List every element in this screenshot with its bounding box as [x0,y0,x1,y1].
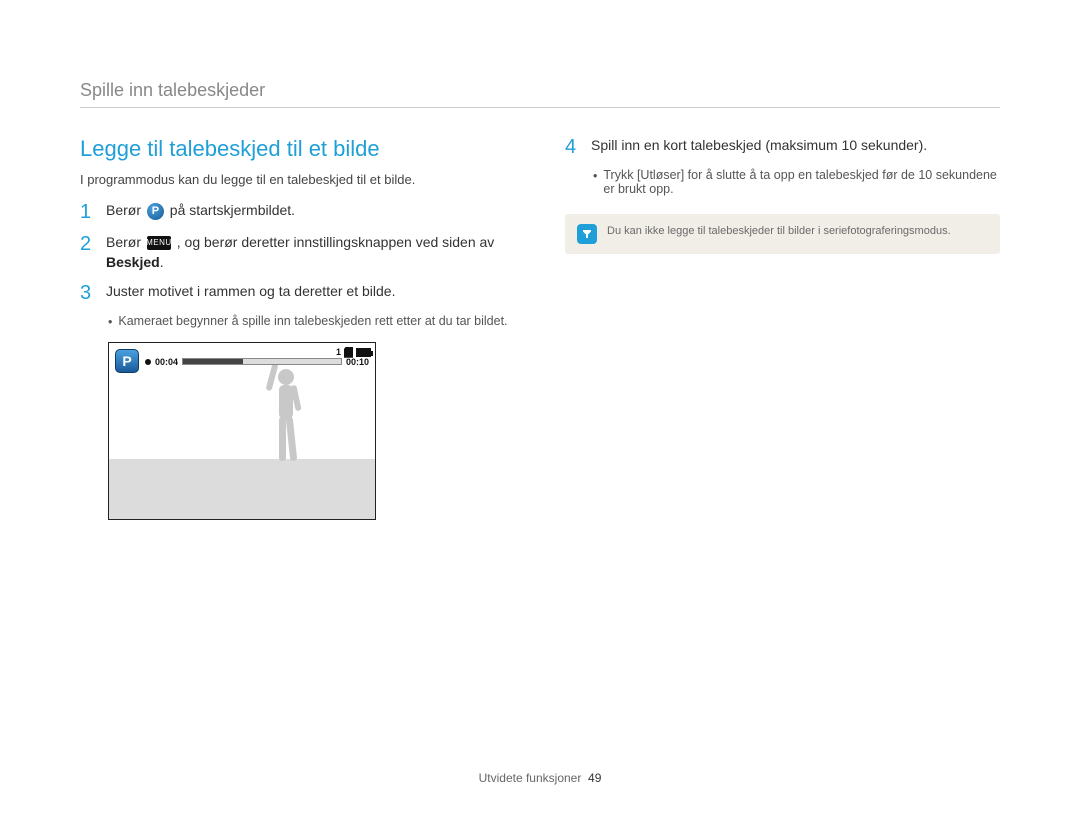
step-number: 1 [80,201,96,223]
section-heading: Legge til talebeskjed til et bilde [80,136,515,162]
shot-count: 1 [336,347,341,357]
step-text: Berør MENU , og berør deretter innstilli… [106,233,515,272]
step2-before: Berør [106,234,145,250]
step-number: 2 [80,233,96,255]
step2-after: . [160,254,164,270]
mode-badge-icon: P [115,349,139,373]
step-number: 3 [80,282,96,304]
step-1: 1 Berør P på startskjermbildet. [80,201,515,223]
program-mode-icon: P [147,203,164,220]
step1-before: Berør [106,202,145,218]
camera-preview: P 00:04 00:10 1 [108,342,376,520]
step3-sub: • Kameraet begynner å spille inn talebes… [108,314,515,332]
step-number: 4 [565,136,581,158]
page-footer: Utvidete funksjoner 49 [0,771,1080,785]
person-silhouette [259,363,309,473]
progress-track [182,358,342,365]
record-dot-icon [145,359,151,365]
preview-status-icons: 1 [336,347,371,358]
step-4: 4 Spill inn en kort talebeskjed (maksimu… [565,136,1000,158]
note-box: Du kan ikke legge til talebeskjeder til … [565,214,1000,254]
step2-bold: Beskjed [106,254,160,270]
step2-mid: , og berør deretter innstillingsknappen … [177,234,495,250]
step-2: 2 Berør MENU , og berør deretter innstil… [80,233,515,272]
step-3: 3 Juster motivet i rammen og ta deretter… [80,282,515,304]
page-number: 49 [588,771,601,785]
bullet-dot: • [593,168,597,196]
step4-sub-bold: Utløser [640,168,680,182]
total-time: 00:10 [346,357,369,367]
step4-sub: • Trykk [Utløser] for å slutte å ta opp … [593,168,1000,196]
left-column: Legge til talebeskjed til et bilde I pro… [80,136,515,520]
preview-ground [109,459,375,519]
intro-text: I programmodus kan du legge til en taleb… [80,172,515,187]
bullet-dot: • [108,314,112,332]
footer-section: Utvidete funksjoner [479,771,582,785]
battery-icon [356,348,371,357]
sd-card-icon [344,347,353,358]
menu-icon: MENU [147,236,171,250]
page-header: Spille inn talebeskjeder [80,80,1000,108]
progress-fill [183,359,243,364]
note-text: Du kan ikke legge til talebeskjeder til … [607,224,951,239]
step-text: Juster motivet i rammen og ta deretter e… [106,282,395,302]
elapsed-time: 00:04 [155,357,178,367]
step-text: Spill inn en kort talebeskjed (maksimum … [591,136,927,156]
step4-sub-text: Trykk [Utløser] for å slutte å ta opp en… [603,168,1000,196]
step1-after: på startskjermbildet. [170,202,295,218]
info-icon [577,224,597,244]
step-text: Berør P på startskjermbildet. [106,201,295,221]
step3-sub-text: Kameraet begynner å spille inn talebeskj… [118,314,507,332]
step4-sub-before: Trykk [ [603,168,640,182]
right-column: 4 Spill inn en kort talebeskjed (maksimu… [565,136,1000,520]
